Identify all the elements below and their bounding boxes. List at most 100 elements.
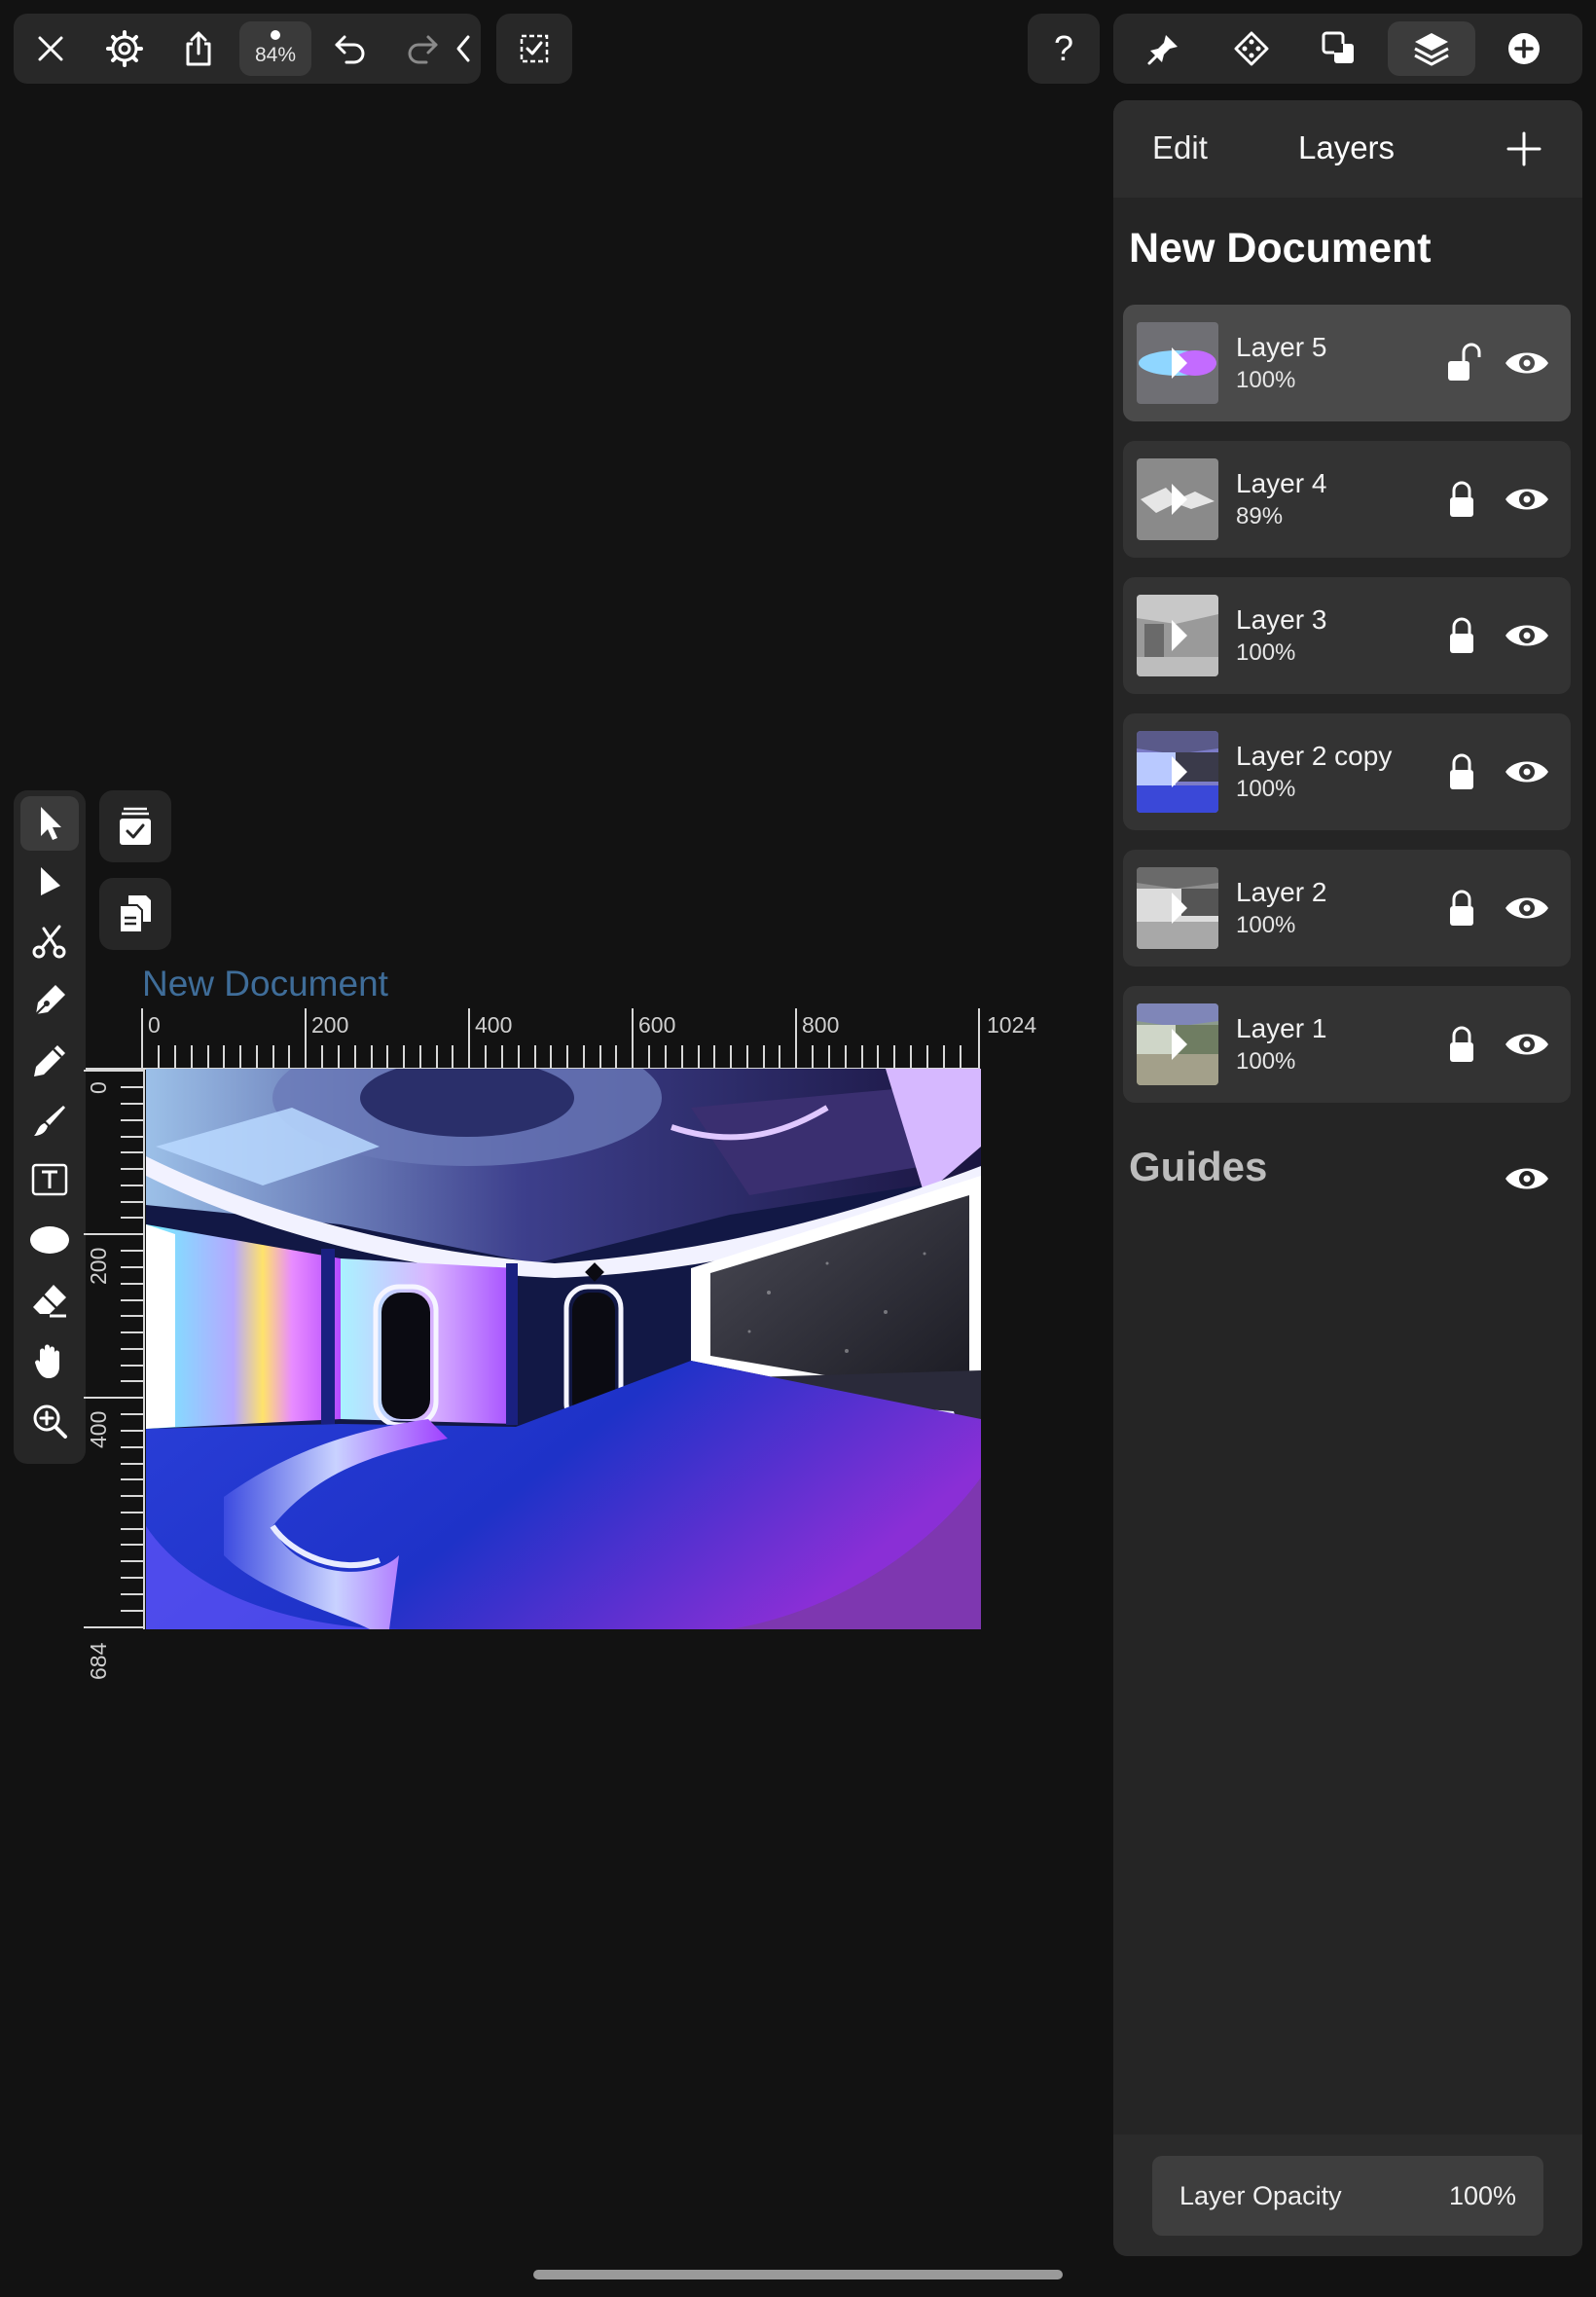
lock-toggle[interactable]: [1444, 342, 1481, 384]
text-tool[interactable]: [20, 1152, 79, 1207]
settings-button[interactable]: [97, 21, 152, 76]
lock-toggle[interactable]: [1444, 614, 1479, 657]
copy-documents-icon: [119, 895, 151, 933]
brush-tool[interactable]: [20, 1094, 79, 1148]
pen-nib-icon: [35, 985, 65, 1015]
artboard-canvas[interactable]: [146, 1069, 981, 1629]
visibility-toggle[interactable]: [1503, 616, 1551, 655]
eraser-icon: [33, 1285, 66, 1318]
collapse-toolbar-button[interactable]: [448, 21, 479, 76]
layer-name: Layer 2: [1236, 877, 1327, 907]
lock-toggle[interactable]: [1444, 478, 1479, 521]
ruler-v-label: 400: [86, 1410, 111, 1448]
add-menu-button[interactable]: [1485, 21, 1563, 76]
help-label: ?: [1053, 28, 1074, 68]
lock-icon: [1450, 890, 1473, 926]
layer-opacity-control[interactable]: Layer Opacity 100%: [1152, 2156, 1543, 2236]
lock-toggle[interactable]: [1444, 887, 1479, 930]
layer-opacity: 100%: [1236, 639, 1296, 666]
plus-circle-icon: [1508, 33, 1540, 64]
plus-icon: [1506, 131, 1542, 166]
transform-button[interactable]: [1213, 21, 1290, 76]
ruler-h-label: 1024: [987, 1012, 1037, 1038]
duplicate-button[interactable]: [99, 878, 171, 950]
brush-icon: [34, 1106, 65, 1136]
ruler-h-label: 200: [311, 1012, 349, 1038]
undo-button[interactable]: [323, 21, 378, 76]
ruler-v-label: 0: [86, 1081, 111, 1094]
hand-tool[interactable]: [20, 1333, 79, 1388]
select-tool[interactable]: [20, 796, 79, 851]
zoom-level-button[interactable]: 84%: [239, 21, 311, 76]
pencil-tool[interactable]: [20, 1034, 79, 1088]
main-toolbar: 84%: [14, 14, 481, 84]
edit-tab[interactable]: Edit: [1152, 129, 1208, 166]
selection-clipboard-button[interactable]: [99, 790, 171, 862]
overlap-squares-icon: [1322, 31, 1354, 63]
horizontal-ruler: [86, 1008, 980, 1070]
eraser-tool[interactable]: [20, 1273, 79, 1328]
select-mode-icon-wrap: [496, 14, 572, 84]
layers-panel-button[interactable]: [1388, 21, 1475, 76]
arrow-cursor-icon: [41, 807, 61, 840]
tool-palette: [14, 790, 86, 1464]
pen-tool[interactable]: [20, 973, 79, 1028]
guides-visibility-toggle[interactable]: [1503, 1159, 1551, 1198]
lock-toggle[interactable]: [1444, 1023, 1479, 1066]
add-layer-button[interactable]: [1497, 122, 1551, 176]
layer-thumbnail: [1137, 458, 1218, 540]
layer-thumbnail: [1137, 867, 1218, 949]
diamond-nodes-icon: [1234, 31, 1269, 66]
lock-toggle[interactable]: [1444, 750, 1479, 793]
pin-brush-icon: [1147, 35, 1178, 65]
layer-opacity: 100%: [1236, 912, 1296, 938]
text-frame-icon: [31, 1163, 68, 1196]
dashed-select-check-icon: [520, 34, 549, 63]
visibility-toggle[interactable]: [1503, 889, 1551, 928]
direct-select-tool[interactable]: [20, 855, 79, 909]
layer-thumbnail: [1137, 1003, 1218, 1085]
lock-icon: [1450, 617, 1473, 653]
eye-icon: [1505, 489, 1548, 510]
layer-row[interactable]: Layer 3 100%: [1123, 577, 1571, 694]
layer-name: Layer 3: [1236, 604, 1327, 635]
help-button[interactable]: ?: [1028, 14, 1100, 84]
chevron-left-icon: [456, 35, 470, 62]
visibility-toggle[interactable]: [1503, 1025, 1551, 1064]
visibility-toggle[interactable]: [1503, 752, 1551, 791]
document-name: New Document: [1129, 225, 1432, 272]
pencil-icon: [34, 1045, 65, 1076]
close-button[interactable]: [23, 21, 78, 76]
visibility-toggle[interactable]: [1503, 344, 1551, 383]
layer-opacity: 100%: [1236, 367, 1296, 393]
layer-opacity: 100%: [1236, 1048, 1296, 1075]
layer-opacity: 100%: [1236, 776, 1296, 802]
redo-button[interactable]: [395, 21, 450, 76]
layer-name: Layer 1: [1236, 1013, 1327, 1043]
scissors-tool[interactable]: [20, 915, 79, 969]
ruler-h-label: 0: [148, 1012, 161, 1038]
layer-row[interactable]: Layer 4 89%: [1123, 441, 1571, 558]
undo-icon: [335, 35, 365, 64]
layer-thumbnail: [1137, 322, 1218, 404]
select-mode-button[interactable]: [496, 14, 572, 84]
zoom-tool[interactable]: [20, 1394, 79, 1448]
share-button[interactable]: [171, 21, 226, 76]
node-cursor-icon: [41, 867, 60, 895]
ruler-v-label: 684: [86, 1642, 111, 1680]
layer-row[interactable]: Layer 1 100%: [1123, 986, 1571, 1103]
brush-settings-button[interactable]: [1125, 21, 1203, 76]
layer-opacity-value: 100%: [1448, 2181, 1516, 2210]
artboard-title[interactable]: New Document: [142, 964, 388, 1004]
layer-row[interactable]: Layer 5 100%: [1123, 305, 1571, 421]
panel-header: Edit Layers: [1113, 100, 1582, 198]
lock-icon: [1450, 481, 1473, 517]
boolean-ops-button[interactable]: [1300, 21, 1378, 76]
eye-icon: [1505, 625, 1548, 646]
layers-tab[interactable]: Layers: [1298, 129, 1395, 166]
visibility-toggle[interactable]: [1503, 480, 1551, 519]
shape-tool[interactable]: [20, 1213, 79, 1267]
layer-row[interactable]: Layer 2 100%: [1123, 850, 1571, 966]
layer-row[interactable]: Layer 2 copy 100%: [1123, 713, 1571, 830]
layer-thumbnail: [1137, 731, 1218, 813]
